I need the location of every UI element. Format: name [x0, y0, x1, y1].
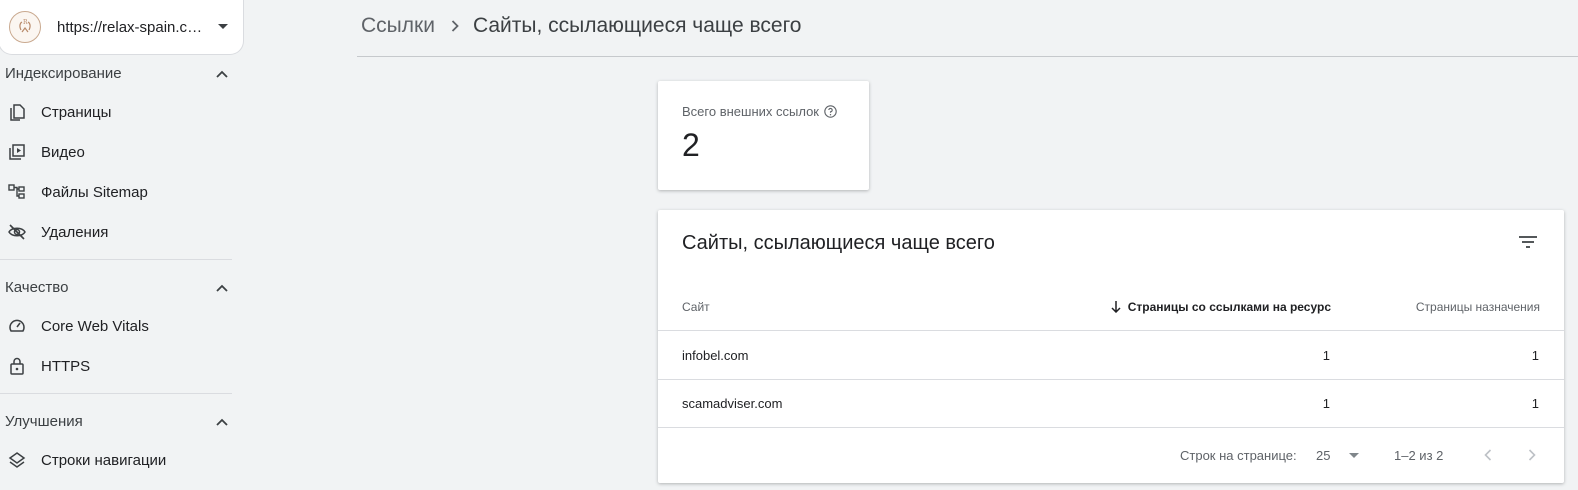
sitemap-icon	[7, 182, 27, 202]
filter-icon[interactable]	[1516, 230, 1540, 254]
pagination-range: 1–2 из 2	[1394, 448, 1444, 463]
table-title: Сайты, ссылающиеся чаще всего	[682, 232, 995, 254]
cell-target-pages: 1	[1531, 396, 1539, 411]
column-header-target-pages[interactable]: Страницы назначения	[1416, 300, 1540, 314]
section-enhancements[interactable]: Улучшения	[0, 406, 232, 436]
pages-icon	[7, 102, 27, 122]
caret-down-icon	[215, 19, 231, 35]
column-header-linking-pages[interactable]: Страницы со ссылками на ресурс	[1111, 300, 1331, 314]
sidebar-item-sitemaps[interactable]: Файлы Sitemap	[0, 174, 232, 210]
rows-per-page-value: 25	[1316, 448, 1331, 463]
cell-site: scamadviser.com	[682, 396, 783, 411]
help-icon[interactable]	[824, 105, 837, 118]
sidebar-item-pages[interactable]: Страницы	[0, 94, 232, 130]
chevron-up-icon	[216, 279, 228, 296]
section-quality[interactable]: Качество	[0, 272, 232, 302]
sidebar-divider	[0, 259, 232, 260]
column-header-site[interactable]: Сайт	[682, 300, 710, 314]
layers-icon	[7, 450, 27, 470]
chevron-up-icon	[216, 65, 228, 82]
caret-down-icon	[1349, 452, 1360, 459]
sidebar-divider	[0, 393, 232, 394]
top-linking-sites-card: Сайты, ссылающиеся чаще всего Сайт Стран…	[658, 210, 1564, 483]
cell-linking-pages: 1	[1322, 396, 1330, 411]
rows-per-page-label: Строк на странице:	[1180, 448, 1297, 463]
sidebar-item-breadcrumbs[interactable]: Строки навигации	[0, 442, 232, 478]
breadcrumb: Ссылки Сайты, ссылающиеся чаще всего	[361, 12, 801, 40]
sidebar-item-removals[interactable]: Удаления	[0, 214, 232, 250]
cell-linking-pages: 1	[1322, 348, 1330, 363]
speedometer-icon	[7, 316, 27, 336]
section-title: Улучшения	[5, 412, 83, 430]
sidebar-item-label: Удаления	[41, 223, 109, 241]
removals-icon	[7, 222, 27, 242]
table-row[interactable]: scamadviser.com 1 1	[658, 380, 1564, 428]
metric-value: 2	[682, 127, 700, 163]
section-title: Качество	[5, 278, 69, 296]
sidebar-item-label: Строки навигации	[41, 451, 167, 469]
cell-target-pages: 1	[1531, 348, 1539, 363]
svg-text:R: R	[23, 19, 28, 26]
sidebar-item-https[interactable]: HTTPS	[0, 348, 232, 384]
cell-site: infobel.com	[682, 348, 749, 363]
sidebar-item-label: Core Web Vitals	[41, 317, 149, 335]
arrow-down-icon	[1111, 301, 1121, 313]
table-pagination: Строк на странице: 25 1–2 из 2	[658, 428, 1564, 483]
column-header-label: Страницы со ссылками на ресурс	[1127, 300, 1331, 314]
total-external-links-card: Всего внешних ссылок 2	[658, 81, 869, 190]
sidebar-item-video[interactable]: Видео	[0, 134, 232, 170]
previous-page-icon[interactable]	[1476, 443, 1500, 467]
chevron-right-icon	[451, 20, 459, 32]
breadcrumb-parent-link[interactable]: Ссылки	[361, 14, 435, 38]
sidebar-item-label: Файлы Sitemap	[41, 183, 148, 201]
next-page-icon[interactable]	[1520, 443, 1544, 467]
metric-label: Всего внешних ссылок	[682, 104, 819, 119]
section-title: Индексирование	[5, 64, 122, 82]
table-row[interactable]: infobel.com 1 1	[658, 332, 1564, 380]
video-icon	[7, 142, 27, 162]
sidebar-item-core-web-vitals[interactable]: Core Web Vitals	[0, 308, 232, 344]
metric-label-row: Всего внешних ссылок	[682, 104, 869, 119]
sidebar-item-label: Страницы	[41, 103, 112, 121]
chevron-up-icon	[216, 413, 228, 430]
property-selector[interactable]: R https://relax-spain.co...	[0, 0, 244, 55]
sidebar-item-label: Видео	[41, 143, 85, 161]
section-indexing[interactable]: Индексирование	[0, 58, 232, 88]
property-url: https://relax-spain.co...	[57, 18, 207, 36]
property-avatar: R	[9, 11, 41, 43]
header-divider	[357, 56, 1578, 57]
page-title: Сайты, ссылающиеся чаще всего	[472, 14, 802, 37]
rows-per-page-select[interactable]: 25	[1316, 448, 1360, 463]
table-header: Сайт Страницы со ссылками на ресурс Стра…	[658, 282, 1564, 331]
sidebar: R https://relax-spain.co... Индексирован…	[0, 0, 245, 490]
sidebar-item-label: HTTPS	[41, 357, 91, 375]
lock-icon	[7, 356, 27, 376]
